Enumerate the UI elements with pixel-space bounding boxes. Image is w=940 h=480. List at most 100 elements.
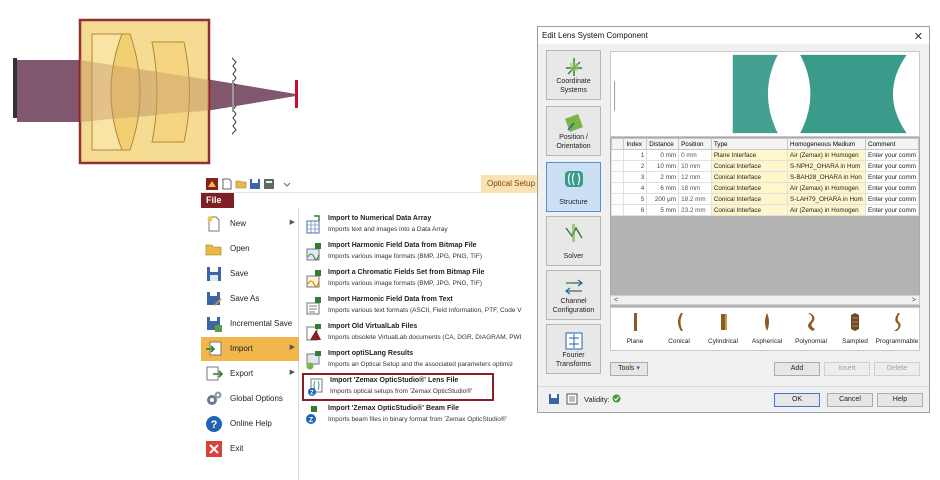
chevron-down-icon[interactable] <box>281 178 293 190</box>
cell-comment[interactable]: Enter your comm <box>865 171 919 183</box>
import-item-harmonic-bitmap[interactable]: Import Harmonic Field Data from Bitmap F… <box>301 239 541 265</box>
calculator-icon[interactable] <box>263 178 275 190</box>
column-header[interactable]: Distance <box>646 138 680 150</box>
cell-medium[interactable]: S-BAH28_OHARA in Hon <box>787 171 866 183</box>
import-item-zemax-lens-file[interactable]: Z Import 'Zemax OpticStudio®' Lens File … <box>302 373 494 401</box>
table-row[interactable]: 6 5 mm 23.2 mm Conical Interface Air (Ze… <box>611 204 919 216</box>
menu-item-incremental-save[interactable]: Incremental Save <box>201 312 299 336</box>
import-item-desc: Imports various image formats (BMP, JPG,… <box>328 253 482 260</box>
table-row[interactable]: 4 6 mm 18 mm Conical Interface Air (Zema… <box>611 182 919 194</box>
palette-item-programmable[interactable]: Programmable <box>875 308 919 352</box>
menu-item-new[interactable]: New ▶ <box>201 212 299 236</box>
table-row[interactable]: 5 200 µm 18.2 mm Conical Interface S-LAH… <box>611 193 919 205</box>
menu-item-exit[interactable]: Exit <box>201 437 299 461</box>
menu-item-open[interactable]: Open <box>201 237 299 261</box>
column-header[interactable]: Type <box>710 138 789 150</box>
side-button-channel-configuration[interactable]: Channel Configuration <box>546 270 601 320</box>
cell-medium[interactable]: Air (Zemax) in Homogen <box>787 182 866 194</box>
cell-medium[interactable]: Air (Zemax) in Homogen <box>787 149 866 161</box>
cell-distance[interactable]: 10 mm <box>646 160 680 172</box>
tab-optical-setup[interactable]: Optical Setup <box>481 175 541 193</box>
cell-comment[interactable]: Enter your comm <box>865 182 919 194</box>
cell-position: 10 mm <box>678 160 712 172</box>
cell-type[interactable]: Plane Interface <box>710 149 789 161</box>
horizontal-scrollbar[interactable]: < > <box>610 295 920 305</box>
lens-system-illustration <box>13 18 298 165</box>
menu-item-save-as[interactable]: Save As <box>201 287 299 311</box>
palette-item-plane[interactable]: Plane <box>613 308 657 352</box>
position-orientation-icon <box>565 114 583 132</box>
import-item-chromatic-fields[interactable]: Import a Chromatic Fields Set from Bitma… <box>301 266 541 292</box>
cell-distance[interactable]: 200 µm <box>646 193 680 205</box>
menu-item-global-options[interactable]: Global Options <box>201 387 299 411</box>
menu-item-export[interactable]: Export ▶ <box>201 362 299 386</box>
import-item-numerical-data-array[interactable]: Import to Numerical Data Array Imports t… <box>301 212 541 238</box>
insert-button[interactable]: Insert <box>824 362 870 376</box>
cell-distance[interactable]: 6 mm <box>646 182 680 194</box>
column-header[interactable]: Homogeneous Medium <box>787 138 866 150</box>
surface-table: Index Distance Position Type Homogeneous… <box>611 138 919 216</box>
menu-item-import[interactable]: Import ▶ <box>201 337 299 361</box>
catalog-icon[interactable] <box>566 393 578 405</box>
import-item-zemax-beam-file[interactable]: Z Import 'Zemax OpticStudio®' Beam File … <box>301 402 541 428</box>
table-row[interactable]: 3 2 mm 12 mm Conical Interface S-BAH28_O… <box>611 171 919 183</box>
tab-file[interactable]: File <box>201 193 234 208</box>
table-row[interactable]: 2 10 mm 10 mm Conical Interface S-NPH2_O… <box>611 160 919 172</box>
save-icon[interactable] <box>249 178 261 190</box>
palette-item-aspherical[interactable]: Aspherical <box>745 308 789 352</box>
cell-type[interactable]: Conical Interface <box>710 193 789 205</box>
cell-distance[interactable]: 0 mm <box>646 149 680 161</box>
cell-medium[interactable]: S-NPH2_OHARA in Hom <box>787 160 866 172</box>
cell-comment[interactable]: Enter your comm <box>865 149 919 161</box>
import-item-optislang[interactable]: Import optiSLang Results Imports an Opti… <box>301 347 541 373</box>
cell-type[interactable]: Conical Interface <box>710 160 789 172</box>
side-button-position-orientation[interactable]: Position / Orientation <box>546 106 601 156</box>
ok-button[interactable]: OK <box>774 393 820 407</box>
table-row[interactable]: 1 0 mm 0 mm Plane Interface Air (Zemax) … <box>611 149 919 161</box>
cell-index: 4 <box>623 182 648 194</box>
help-button[interactable]: Help <box>877 393 923 407</box>
import-item-harmonic-text[interactable]: Import Harmonic Field Data from Text Imp… <box>301 293 541 319</box>
palette-item-polynomial[interactable]: Polynomial <box>789 308 833 352</box>
cell-index: 3 <box>623 171 648 183</box>
chromatic-field-icon <box>306 270 321 288</box>
column-header[interactable]: Index <box>623 138 648 150</box>
cell-distance[interactable]: 5 mm <box>646 204 680 216</box>
cell-comment[interactable]: Enter your comm <box>865 193 919 205</box>
cell-type[interactable]: Conical Interface <box>710 182 789 194</box>
scroll-left-icon[interactable]: < <box>614 296 618 305</box>
side-button-solver[interactable]: Solver <box>546 216 601 266</box>
column-header[interactable]: Position <box>678 138 712 150</box>
open-folder-icon[interactable] <box>235 178 247 190</box>
palette-item-cylindrical[interactable]: Cylindrical <box>701 308 745 352</box>
column-header[interactable]: Comment <box>865 138 919 150</box>
side-button-fourier-transforms[interactable]: Fourier Transforms <box>546 324 601 374</box>
save-icon[interactable] <box>548 393 560 405</box>
add-button[interactable]: Add <box>774 362 820 376</box>
tools-dropdown[interactable]: Tools ▾ <box>610 362 648 376</box>
new-document-icon[interactable] <box>221 178 233 190</box>
virtuallab-file-icon <box>306 324 321 341</box>
cell-type[interactable]: Conical Interface <box>710 171 789 183</box>
side-button-label: Solver <box>563 253 584 260</box>
side-button-structure[interactable]: Structure <box>546 162 601 212</box>
import-item-title: Import 'Zemax OpticStudio®' Beam File <box>328 405 460 412</box>
cell-medium[interactable]: S-LAH79_OHARA in Hom <box>787 193 866 205</box>
delete-button[interactable]: Delete <box>874 362 920 376</box>
side-button-coordinate-systems[interactable]: Coordinate Systems <box>546 50 601 100</box>
cell-comment[interactable]: Enter your comm <box>865 204 919 216</box>
import-item-title: Import to Numerical Data Array <box>328 215 432 222</box>
file-menu: New ▶ Open Save Save As Incremental Save… <box>201 208 299 480</box>
import-item-old-virtuallab[interactable]: Import Old VirtualLab Files Imports obso… <box>301 320 541 346</box>
scroll-right-icon[interactable]: > <box>912 296 916 305</box>
cancel-button[interactable]: Cancel <box>827 393 873 407</box>
menu-item-save[interactable]: Save <box>201 262 299 286</box>
cell-comment[interactable]: Enter your comm <box>865 160 919 172</box>
cell-distance[interactable]: 2 mm <box>646 171 680 183</box>
close-icon[interactable]: ✕ <box>914 29 923 46</box>
cell-medium[interactable]: Air (Zemax) in Homogen <box>787 204 866 216</box>
menu-item-online-help[interactable]: ? Online Help <box>201 412 299 436</box>
cell-type[interactable]: Conical Interface <box>710 204 789 216</box>
palette-item-conical[interactable]: Conical <box>657 308 701 352</box>
palette-item-sampled[interactable]: Sampled <box>833 308 877 352</box>
